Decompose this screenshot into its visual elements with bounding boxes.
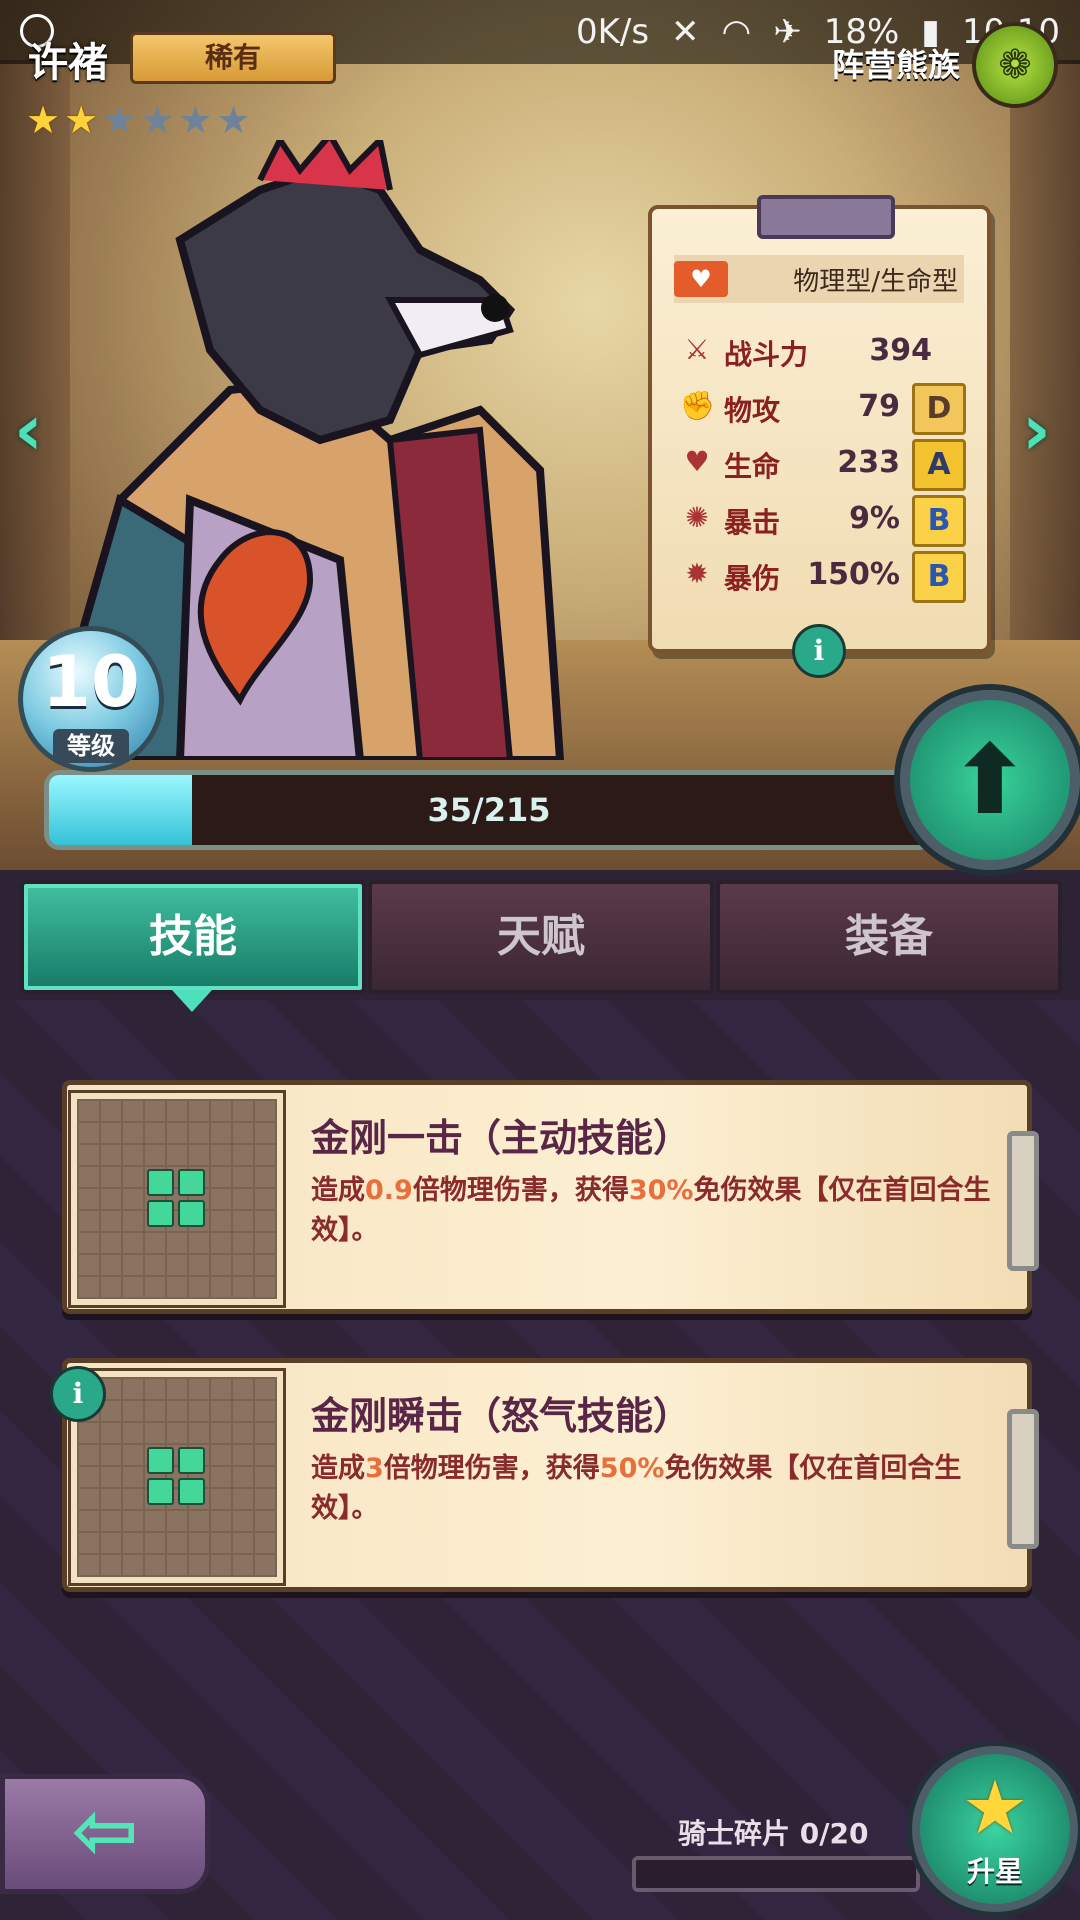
stat-label: 生命	[724, 450, 781, 483]
stat-row-power: ⚔ 战斗力 394	[680, 327, 970, 375]
star-icon: ★	[961, 1765, 1029, 1851]
wifi-icon: ◠	[721, 12, 752, 52]
tab-equipment[interactable]: 装备	[716, 880, 1062, 994]
star-up-button[interactable]: ★ 升星	[912, 1746, 1078, 1912]
hero-type: 物理型/生命型	[793, 267, 958, 297]
mute-icon: ✕	[671, 12, 700, 52]
back-arrow-icon: ⇦	[71, 1784, 139, 1877]
shards-progress-bar	[632, 1856, 920, 1892]
skill-title: 金刚一击（主动技能）	[311, 1116, 692, 1160]
stat-label: 战斗力	[724, 338, 809, 371]
xp-text: 35/215	[427, 791, 551, 829]
shards-label: 骑士碎片 0/20	[678, 1817, 869, 1850]
paw-icon[interactable]: ❁	[972, 22, 1058, 108]
skill-info-icon[interactable]: i	[50, 1366, 106, 1422]
skill-card[interactable]: 金刚一击（主动技能） 造成0.9倍物理伤害，获得30%免伤效果【仅在首回合生效】…	[62, 1080, 1039, 1314]
xp-progress-bar: 35/215	[44, 770, 934, 850]
airplane-icon: ✈	[773, 12, 802, 52]
star-filled-icon: ★	[26, 98, 61, 142]
level-up-button[interactable]: ⬆	[900, 690, 1080, 870]
stats-card: ♥ 物理型/生命型 ⚔ 战斗力 394 ✊ 物攻 79 D ♥ 生命 233 A…	[648, 195, 991, 653]
stats-info-icon[interactable]: i	[792, 624, 846, 678]
star-empty-icon: ★	[216, 98, 251, 142]
stat-value: 233	[837, 445, 900, 480]
stat-row-crit-damage: ✹ 暴伤 150% B	[680, 551, 970, 603]
stat-value: 9%	[849, 501, 900, 536]
clipboard-clip	[757, 195, 895, 239]
swords-icon: ⚔	[684, 333, 710, 366]
stat-label: 暴击	[724, 506, 781, 539]
skill-grid-icon	[147, 1447, 205, 1505]
rarity-banner: 稀有	[130, 32, 336, 84]
card-clip	[1007, 1131, 1039, 1271]
tab-talent[interactable]: 天赋	[368, 880, 714, 994]
star-rating: ★ ★ ★ ★ ★ ★	[26, 100, 250, 140]
stat-grade: B	[912, 551, 966, 603]
star-filled-icon: ★	[64, 98, 99, 142]
stat-row-attack: ✊ 物攻 79 D	[680, 383, 970, 435]
skill-grid-icon	[147, 1169, 205, 1227]
stat-row-health: ♥ 生命 233 A	[680, 439, 970, 491]
level-label: 等级	[53, 729, 129, 763]
stat-value: 150%	[807, 557, 900, 592]
stat-grade: B	[912, 495, 966, 547]
next-hero-arrow[interactable]: ›	[1022, 395, 1062, 465]
stat-grade: D	[912, 383, 966, 435]
fist-icon: ✊	[680, 389, 715, 422]
stat-row-crit: ✺ 暴击 9% B	[680, 495, 970, 547]
skill-title: 金刚瞬击（怒气技能）	[311, 1394, 692, 1438]
skill-icon-slot	[71, 1093, 283, 1305]
heart-shield-icon: ♥	[674, 261, 728, 297]
tab-skills[interactable]: 技能	[20, 880, 366, 994]
stat-value: 394	[869, 333, 932, 368]
hero-name: 许褚	[28, 40, 108, 86]
star-empty-icon: ★	[140, 98, 175, 142]
stat-label: 暴伤	[724, 562, 781, 595]
star-up-label: 升星	[966, 1855, 1023, 1888]
level-number: 10	[42, 641, 140, 723]
star-empty-icon: ★	[102, 98, 137, 142]
stat-grade: A	[912, 439, 966, 491]
back-button[interactable]: ⇦	[0, 1774, 210, 1894]
hero-type-row: ♥ 物理型/生命型	[674, 255, 964, 303]
skill-card[interactable]: 金刚瞬击（怒气技能） 造成3倍物理伤害，获得50%免伤效果【仅在首回合生效】。	[62, 1358, 1039, 1592]
tab-bar: 技能 天赋 装备	[20, 880, 1062, 994]
stat-value: 79	[858, 389, 900, 424]
skill-description: 造成3倍物理伤害，获得50%免伤效果【仅在首回合生效】。	[311, 1453, 962, 1524]
splash-icon: ✹	[685, 557, 709, 590]
network-speed: 0K/s	[575, 12, 650, 52]
crit-burst-icon: ✺	[685, 501, 709, 534]
skill-description: 造成0.9倍物理伤害，获得30%免伤效果【仅在首回合生效】。	[311, 1175, 991, 1246]
previous-hero-arrow[interactable]: ‹	[14, 395, 54, 465]
stat-label: 物攻	[724, 394, 781, 427]
active-tab-pointer	[172, 990, 212, 1012]
heart-icon: ♥	[684, 445, 710, 478]
star-empty-icon: ★	[178, 98, 213, 142]
card-clip	[1007, 1409, 1039, 1549]
up-arrow-icon: ⬆	[949, 724, 1031, 836]
faction-label: 阵营熊族	[831, 46, 960, 84]
level-badge: 10 等级	[18, 626, 164, 772]
